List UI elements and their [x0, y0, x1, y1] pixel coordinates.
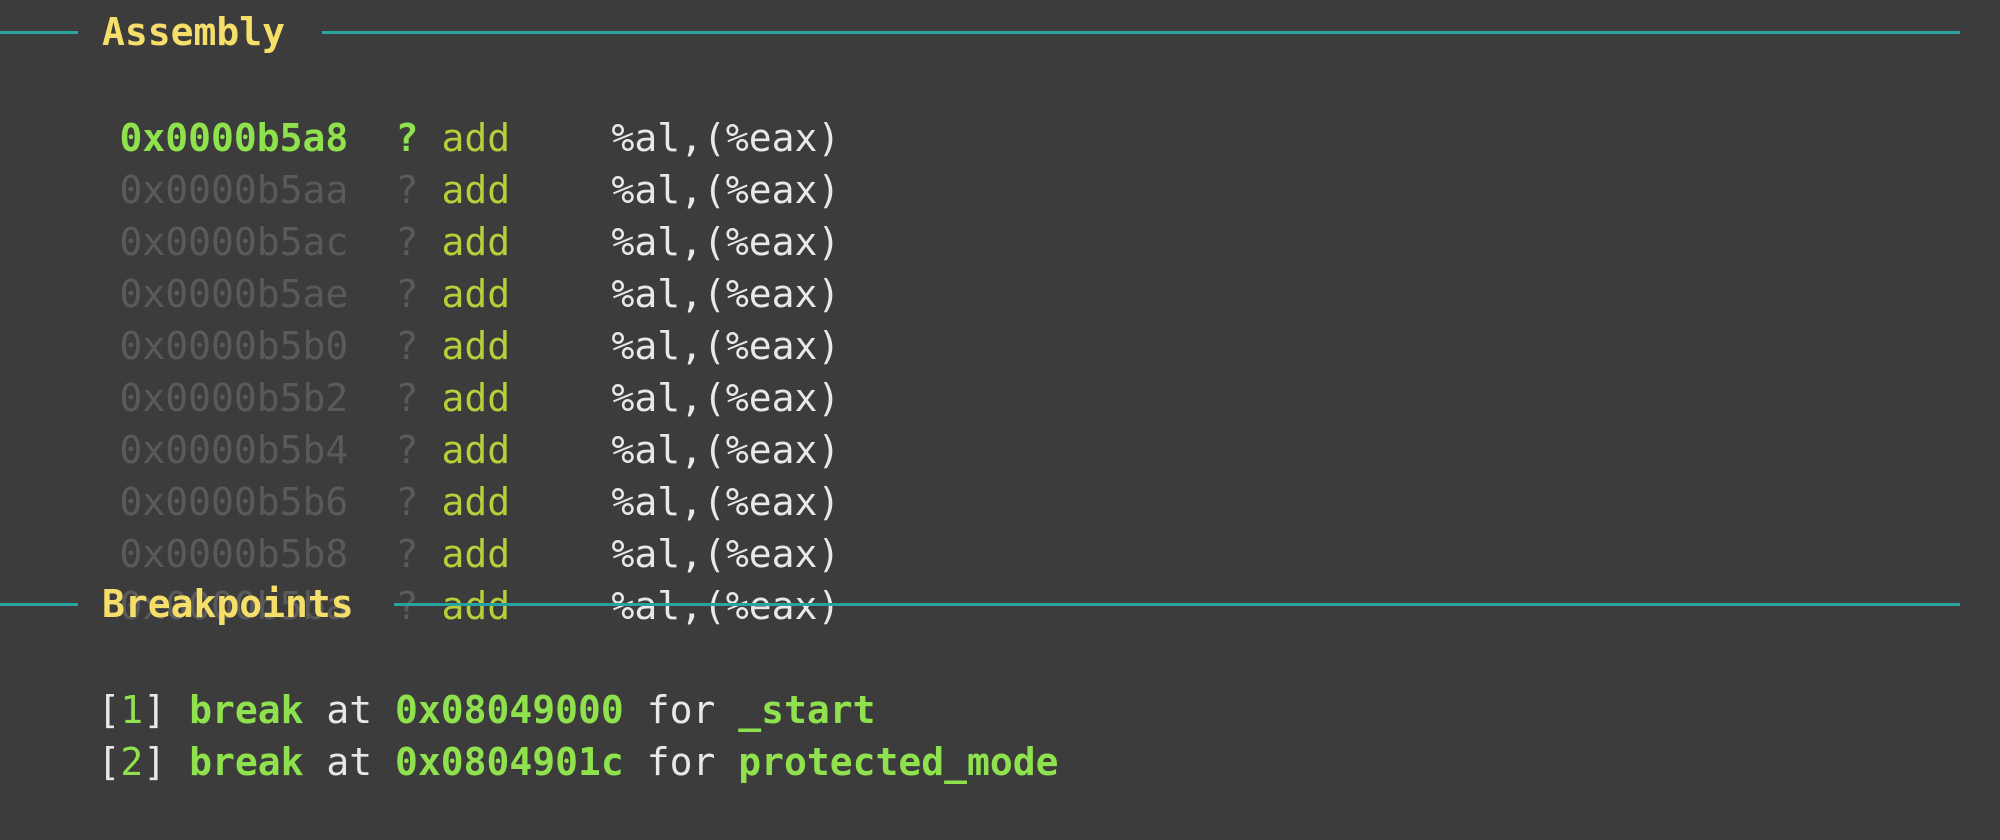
assembly-row[interactable]: 0x0000b5ae? add %al,(%eax) [0, 216, 841, 316]
breakpoints-header-title: Breakpoints [102, 582, 354, 626]
assembly-row[interactable]: 0x0000b5b8? add %al,(%eax) [0, 476, 841, 576]
header-rule-right [394, 603, 1960, 606]
assembly-row[interactable]: 0x0000b5b0? add %al,(%eax) [0, 268, 841, 368]
breakpoint-number: 2 [120, 740, 144, 784]
assembly-header-title: Assembly [102, 10, 286, 54]
breakpoints-header: Breakpoints [0, 578, 1960, 630]
header-rule-left [0, 603, 78, 606]
assembly-row[interactable]: 0x0000b5aa? add %al,(%eax) [0, 112, 841, 212]
assembly-row[interactable]: 0x0000b5ac? add %al,(%eax) [0, 164, 841, 264]
assembly-row[interactable]: 0x0000b5b6? add %al,(%eax) [0, 424, 841, 524]
at-word: at [326, 740, 373, 784]
breakpoint-address: 0x0804901c [395, 740, 624, 784]
breakpoint-symbol: protected_mode [738, 740, 1059, 784]
bracket-open: [ [97, 740, 121, 784]
assembly-header: Assembly [0, 6, 1960, 58]
breakpoint-item[interactable]: [1] break at 0x08049000 for _start [6, 632, 876, 732]
break-keyword: break [189, 740, 304, 784]
assembly-row[interactable]: 0x0000b5b4? add %al,(%eax) [0, 372, 841, 472]
header-rule-left [0, 31, 78, 34]
breakpoint-item[interactable]: [2] break at 0x0804901c for protected_mo… [6, 684, 1059, 784]
bracket-close: ] [143, 740, 167, 784]
assembly-row[interactable]: 0x0000b5b2? add %al,(%eax) [0, 320, 841, 420]
assembly-row[interactable]: 0x0000b5ba? add %al,(%eax) [0, 528, 841, 628]
assembly-row-current[interactable]: 0x0000b5a8? add %al,(%eax) [0, 60, 841, 160]
for-word: for [646, 740, 716, 784]
header-rule-right [322, 31, 1960, 34]
